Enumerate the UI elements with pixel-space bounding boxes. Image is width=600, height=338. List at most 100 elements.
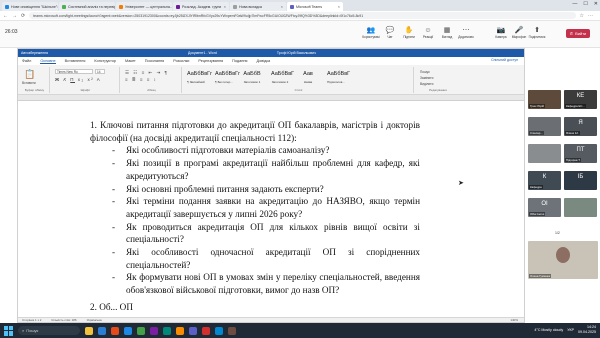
list-buttons[interactable]: ☰ ☷ ≡ ⇤ ⇥ ¶ bbox=[125, 70, 168, 76]
taskbar-search[interactable]: ⌕ Пошук bbox=[18, 326, 80, 335]
language-indicator[interactable]: УКР bbox=[567, 328, 574, 332]
share-button[interactable]: Спільний доступ bbox=[491, 58, 518, 62]
participant-tile[interactable]: Трюх Юрій bbox=[528, 90, 561, 109]
back-icon[interactable]: ← bbox=[3, 13, 8, 19]
paste-icon[interactable]: 📋 bbox=[24, 69, 35, 80]
word-user-name: Трофі Юрій Васильович bbox=[276, 51, 316, 55]
tab-close-icon[interactable]: × bbox=[57, 4, 58, 9]
meeting-button-label: Вигляд bbox=[441, 35, 453, 39]
style-item[interactable]: АаБбВвГг ¶ Без інтер... bbox=[215, 69, 240, 87]
tab-close-icon[interactable]: × bbox=[281, 4, 283, 9]
taskbar-app-icon[interactable] bbox=[150, 326, 158, 335]
taskbar-app-icon[interactable] bbox=[176, 326, 184, 335]
tab-label: Нова вкладка bbox=[239, 4, 262, 9]
style-item[interactable]: Аав Назва bbox=[299, 69, 317, 87]
participant-initials: КЕ bbox=[576, 93, 585, 99]
taskbar-app-icon[interactable] bbox=[215, 326, 223, 335]
more-button[interactable]: ⋯ Додатково bbox=[457, 26, 475, 39]
font-name-select[interactable]: Times New Ro bbox=[55, 69, 93, 74]
menu-9[interactable]: Довідка bbox=[256, 59, 270, 63]
forward-icon[interactable]: → bbox=[12, 13, 17, 19]
style-item[interactable]: АаБбВвГ Підзаголов... bbox=[327, 69, 350, 87]
browser-tab[interactable]: Університет — центральна...× bbox=[116, 2, 172, 11]
browser-tab[interactable]: Розклад. Академ. групи × bbox=[173, 2, 229, 11]
sub-list-item: - Які особливості підготовки матеріалів с… bbox=[90, 144, 420, 157]
style-item[interactable]: АаБбВвГ Заголовок 2 bbox=[271, 69, 295, 87]
tab-close-icon[interactable]: × bbox=[224, 4, 226, 9]
mic-button[interactable]: 🎤 Мікрофон bbox=[510, 26, 528, 39]
share-button[interactable]: ⬆ Поділитися bbox=[528, 26, 546, 39]
camera-button[interactable]: 📷 Камера bbox=[492, 26, 510, 39]
browser-tab[interactable]: Нове оповіщення "Шкільне"× bbox=[2, 2, 58, 11]
chat-button[interactable]: 💬 Чат bbox=[381, 26, 399, 39]
menu-6[interactable]: Розсилки bbox=[173, 59, 189, 63]
paste-label[interactable]: Вставити bbox=[22, 81, 36, 85]
participant-name: Підгорна Т. bbox=[565, 158, 582, 162]
start-icon[interactable] bbox=[4, 325, 14, 336]
minimize-icon[interactable]: — bbox=[572, 1, 577, 7]
style-sample: АаБбВвГ bbox=[271, 71, 295, 77]
participant-tile[interactable]: К Кафедра bbox=[528, 171, 561, 190]
participant-tile[interactable]: ПТ Підгорна Т. bbox=[564, 144, 597, 163]
editing-group: Пошук Замінити Виділити Редагування bbox=[416, 67, 460, 93]
clock[interactable]: 14:24 09.04.2025 bbox=[578, 325, 596, 334]
taskbar-app-icon[interactable] bbox=[228, 326, 236, 335]
participant-tile[interactable]: OI Olha Gerus bbox=[528, 198, 561, 217]
style-item[interactable]: АаБбВвГг ¶ Звичайний bbox=[187, 69, 212, 87]
more-icon: ⋯ bbox=[462, 27, 470, 34]
style-name: ¶ Звичайний bbox=[187, 80, 205, 84]
menu-7[interactable]: Рецензування bbox=[198, 59, 223, 63]
browser-tab[interactable]: Microsoft Teams × bbox=[287, 2, 343, 11]
share-icon: ⬆ bbox=[534, 27, 540, 34]
taskbar-app-icon[interactable] bbox=[98, 326, 106, 335]
menu-1[interactable]: Основне bbox=[40, 59, 56, 64]
align-buttons[interactable]: ≡ ≣ ≡ ≡ ↕ bbox=[125, 77, 157, 83]
leave-button[interactable]: ✆ Вийти bbox=[566, 29, 590, 38]
taskbar-app-icon[interactable] bbox=[189, 326, 197, 335]
reactions-button[interactable]: ☺ Реакції bbox=[419, 26, 437, 39]
style-item[interactable]: АаБбВ Заголовок 1 bbox=[243, 69, 261, 87]
menu-2[interactable]: Вставлення bbox=[65, 59, 86, 63]
participant-pager[interactable]: 1/2 bbox=[555, 231, 560, 235]
weather-text[interactable]: 4°C Mostly cloudy bbox=[534, 328, 563, 332]
participant-tile[interactable]: КЕ Кафедра ЕС... bbox=[564, 90, 597, 109]
menu-3[interactable]: Конструктор bbox=[94, 59, 116, 63]
star-icon[interactable]: ☆ bbox=[580, 13, 584, 19]
document-page[interactable]: 1. Ключові питання підготовки до акредит… bbox=[78, 105, 458, 312]
reload-icon[interactable]: ⟳ bbox=[21, 13, 25, 19]
participant-initials: К bbox=[542, 174, 547, 180]
font-format-buttons[interactable]: Ж К П x₂ x² A bbox=[55, 77, 101, 82]
view-button[interactable]: ▦ Вигляд bbox=[438, 26, 456, 39]
participant-tile[interactable] bbox=[564, 198, 597, 217]
zoom-level[interactable]: 140% bbox=[510, 318, 518, 322]
browser-tab[interactable]: Системний аналіз та перевірки × bbox=[59, 2, 115, 11]
taskbar-app-icon[interactable] bbox=[124, 326, 132, 335]
url-field[interactable]: teams.microsoft.com/light-meetings/launc… bbox=[29, 12, 576, 19]
taskbar-app-icon[interactable] bbox=[202, 326, 210, 335]
taskbar-app-icon[interactable] bbox=[163, 326, 171, 335]
menu-icon[interactable]: ⋯ bbox=[588, 13, 593, 19]
maximize-icon[interactable]: ☐ bbox=[583, 1, 587, 7]
participant-tile[interactable]: Слюсар... bbox=[528, 117, 561, 136]
menu-0[interactable]: Файл bbox=[22, 59, 31, 63]
active-speaker-video[interactable]: Олена Гуменюк bbox=[528, 241, 598, 279]
participant-tile[interactable]: ІБ bbox=[564, 171, 597, 190]
tab-close-icon[interactable]: × bbox=[338, 4, 340, 9]
participant-tile[interactable] bbox=[528, 144, 561, 163]
dash-bullet: - bbox=[112, 183, 116, 194]
active-speaker-name: Олена Гуменюк bbox=[529, 274, 552, 278]
menu-8[interactable]: Подання bbox=[232, 59, 247, 63]
menu-4[interactable]: Макет bbox=[125, 59, 136, 63]
close-icon[interactable]: ✕ bbox=[594, 1, 598, 7]
raise-hand-button[interactable]: ✋ Підняти bbox=[400, 26, 418, 39]
browser-tab[interactable]: Нова вкладка × bbox=[230, 2, 286, 11]
taskbar-app-icon[interactable] bbox=[111, 326, 119, 335]
people-button[interactable]: 👥 Користувачі bbox=[362, 26, 380, 39]
font-size-select[interactable]: 14 bbox=[95, 69, 105, 74]
participant-name: Кафедра ЕС... bbox=[565, 104, 586, 108]
taskbar-app-icon[interactable] bbox=[85, 326, 93, 335]
participant-tile[interactable]: Я Ялинк 12. bbox=[564, 117, 597, 136]
menu-5[interactable]: Посилання bbox=[145, 59, 164, 63]
editing-item[interactable]: Виділити bbox=[420, 81, 433, 87]
taskbar-app-icon[interactable] bbox=[137, 326, 145, 335]
